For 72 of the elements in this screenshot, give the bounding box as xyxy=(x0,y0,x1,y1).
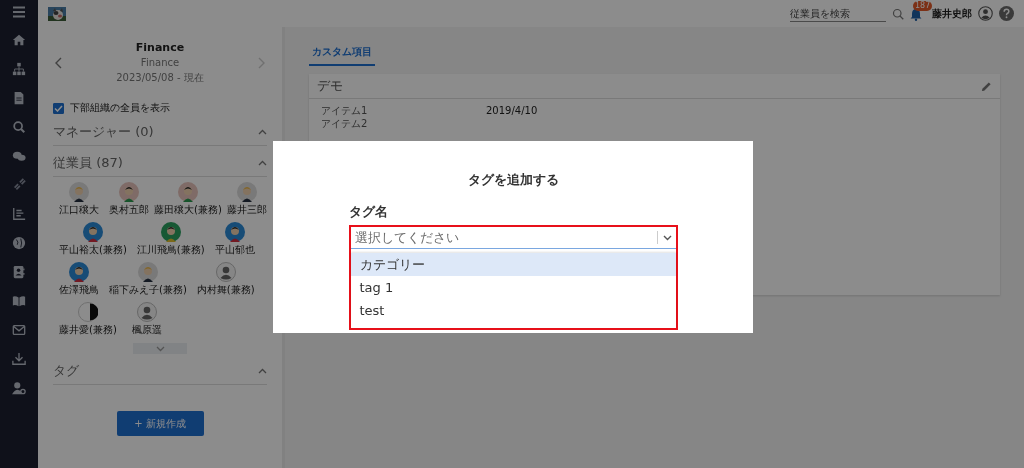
menu-icon[interactable] xyxy=(12,6,26,18)
member-name[interactable]: 平山郁也 xyxy=(214,243,255,257)
book-icon[interactable] xyxy=(12,294,26,308)
select-field[interactable]: 選択してください xyxy=(350,227,676,249)
avatar-icon[interactable] xyxy=(136,302,157,322)
org-period: 2023/05/08 - 現在 xyxy=(116,71,204,85)
member-name[interactable]: 佐澤飛鳥 xyxy=(59,283,99,297)
field-label: アイテム1 xyxy=(321,105,369,117)
user-settings-icon[interactable] xyxy=(12,381,26,395)
org-chart-icon[interactable] xyxy=(12,62,26,76)
member-name[interactable]: 藤井愛(兼務) xyxy=(59,323,117,337)
section-title[interactable]: 従業員 (87) xyxy=(53,154,123,172)
search-icon[interactable] xyxy=(892,7,904,20)
chevron-down-icon xyxy=(155,345,165,352)
bell-icon[interactable] xyxy=(910,7,922,21)
member-name[interactable]: 奥村五郎 xyxy=(109,203,149,217)
mail-icon[interactable] xyxy=(12,323,26,337)
field-value: 2019/4/10 xyxy=(486,105,538,117)
notification-badge: 187 xyxy=(913,0,933,11)
avatar-icon[interactable] xyxy=(119,182,139,202)
contact-card-icon[interactable] xyxy=(12,265,26,279)
member-name[interactable]: 藤田穣大(兼務) xyxy=(154,203,222,217)
dialog-title: タグを追加する xyxy=(467,171,559,189)
avatar-icon[interactable] xyxy=(160,222,181,242)
dropdown-option[interactable]: test xyxy=(350,299,676,322)
bar-chart-icon[interactable] xyxy=(12,207,26,221)
check-icon xyxy=(54,104,63,112)
avatar-icon[interactable] xyxy=(137,262,158,282)
avatar-icon[interactable] xyxy=(69,182,89,202)
chevron-up-icon[interactable] xyxy=(258,129,267,135)
avatar-icon[interactable] xyxy=(237,182,257,202)
member-name[interactable]: 稲下みえ子(兼務) xyxy=(109,283,187,297)
checkbox-label: 下部組織の全員を表示 xyxy=(70,101,170,115)
chevron-down-icon[interactable] xyxy=(662,234,672,241)
org-subtitle: Finance xyxy=(140,57,180,68)
user-avatar-icon[interactable] xyxy=(978,6,993,21)
checkbox[interactable] xyxy=(53,102,64,114)
field-label: アイテム2 xyxy=(321,118,369,130)
help-icon[interactable] xyxy=(999,6,1014,21)
member-name[interactable]: 江口穣大 xyxy=(59,203,99,217)
field-label: タグ名 xyxy=(348,203,389,221)
chat-icon[interactable] xyxy=(12,149,26,163)
search-field[interactable]: 従業員を検索 xyxy=(790,5,886,22)
avatar-icon[interactable] xyxy=(77,302,98,322)
avatar-icon[interactable] xyxy=(215,262,236,282)
user-name[interactable]: 藤井史郎 xyxy=(932,6,972,21)
member-name[interactable]: 内村舞(兼務) xyxy=(196,283,255,297)
chevron-left-icon[interactable] xyxy=(55,57,62,69)
select-placeholder: 選択してください xyxy=(354,228,460,247)
search-icon[interactable] xyxy=(12,120,26,134)
home-icon[interactable] xyxy=(12,33,26,47)
card-title: デモ xyxy=(317,78,343,94)
member-name[interactable]: 平山裕太(兼務) xyxy=(59,243,127,257)
chevron-up-icon[interactable] xyxy=(258,160,267,166)
avatar-icon[interactable] xyxy=(82,222,103,242)
avatar-icon[interactable] xyxy=(178,182,198,202)
dropdown-option[interactable]: カテゴリー xyxy=(350,253,676,276)
document-icon[interactable] xyxy=(12,91,26,105)
download-icon[interactable] xyxy=(12,352,26,366)
pencil-icon[interactable] xyxy=(981,80,992,92)
chevron-up-icon[interactable] xyxy=(258,368,267,374)
section-title[interactable]: タグ xyxy=(53,362,79,380)
avatar-icon[interactable] xyxy=(224,222,245,242)
section-title[interactable]: マネージャー (0) xyxy=(53,123,154,141)
member-name[interactable]: 藤井三郎 xyxy=(227,203,267,217)
member-name[interactable]: 楓原遥 xyxy=(131,323,162,337)
create-button[interactable]: + 新規作成 xyxy=(116,411,204,436)
org-title: Finance xyxy=(135,41,185,54)
tab[interactable]: カスタム項目 xyxy=(309,41,375,66)
avatar-icon[interactable] xyxy=(69,262,89,282)
dropdown-option[interactable]: tag 1 xyxy=(350,276,676,299)
member-name[interactable]: 江川飛鳥(兼務) xyxy=(136,243,205,257)
